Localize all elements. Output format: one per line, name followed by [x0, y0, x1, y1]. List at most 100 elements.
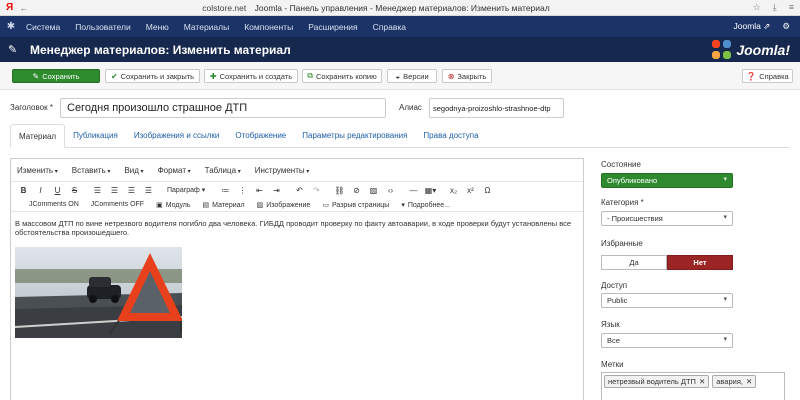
italic-icon[interactable]: I [32, 186, 49, 195]
tags-input[interactable]: нетрезвый водитель ДТП ✕ авария, ✕ [601, 372, 785, 400]
save-button[interactable]: ✎ Сохранить [12, 69, 100, 83]
browser-nav: Я ← [0, 2, 44, 13]
picture-icon: ▨ [256, 201, 264, 209]
align-left-icon[interactable]: ☰ [89, 186, 106, 195]
status-select[interactable]: Опубликовано ▾ [601, 173, 733, 188]
menu-item-content[interactable]: Материалы [184, 22, 230, 32]
align-center-icon[interactable]: ☰ [106, 186, 123, 195]
undo-icon[interactable]: ↶ [291, 186, 308, 195]
close-button[interactable]: ⊗ Закрыть [442, 69, 492, 83]
paragraph-format-select[interactable]: Параграф ▾ [163, 186, 217, 194]
access-select[interactable]: Public ▾ [601, 293, 733, 308]
menu-icon[interactable]: ≡ [789, 2, 794, 13]
omega-icon[interactable]: Ω [479, 186, 496, 195]
menu-item-help[interactable]: Справка [373, 22, 406, 32]
image-button[interactable]: ▨ Изображение [257, 201, 311, 209]
menu-item-menus[interactable]: Меню [146, 22, 169, 32]
tab-editing-options[interactable]: Параметры редактирования [294, 123, 415, 147]
menu-item-extensions[interactable]: Расширения [308, 22, 357, 32]
numbered-list-icon[interactable]: ⋮ [234, 186, 251, 195]
back-arrow-icon[interactable]: ← [19, 3, 28, 13]
gear-icon[interactable]: ⚙ [782, 21, 790, 32]
tab-permissions[interactable]: Права доступа [415, 123, 486, 147]
jcomments-off-button[interactable]: JComments OFF [91, 201, 144, 208]
link-icon[interactable]: ⛓ [331, 186, 348, 195]
pagebreak-button[interactable]: ▭ Разрыв страницы [322, 201, 389, 209]
address-field[interactable]: colstore.net Joomla - Панель управления … [44, 3, 708, 13]
save-copy-button[interactable]: ⧉ Сохранить копию [302, 69, 382, 83]
editor-format-toolbar: B I U S ☰ ☰ ☰ ☰ Параграф ▾ ≔ ⋮ ⇤ ⇥ ↶ ↷ ⛓… [11, 182, 583, 198]
admin-menu-bar: ✱ Система Пользователи Меню Материалы Ко… [0, 16, 800, 37]
subscript-icon[interactable]: x₂ [445, 186, 462, 195]
browser-address-bar: Я ← colstore.net Joomla - Панель управле… [0, 0, 800, 16]
module-button[interactable]: ▣ Модуль [156, 201, 190, 209]
bookmark-star-icon[interactable]: ☆ [753, 2, 761, 13]
plus-icon: ✚ [209, 71, 217, 81]
article-text: В массовом ДТП по вине нетрезвого водите… [15, 219, 572, 237]
editor-menu-view[interactable]: Вид [124, 166, 143, 175]
featured-toggle: Да Нет [601, 255, 733, 270]
tags-label: Метки [601, 360, 624, 369]
image-icon[interactable]: ▨ [365, 186, 382, 195]
save-new-button[interactable]: ✚ Сохранить и создать [204, 69, 298, 83]
menu-item-users[interactable]: Пользователи [75, 22, 130, 32]
redo-icon[interactable]: ↷ [308, 186, 325, 195]
outdent-icon[interactable]: ⇤ [251, 186, 268, 195]
pagebreak-icon: ▭ [322, 201, 329, 209]
editor-menu-tools[interactable]: Инструменты [255, 166, 310, 175]
editor-menu-table[interactable]: Таблица [205, 166, 241, 175]
help-button[interactable]: ❓ Справка [742, 69, 793, 83]
tab-bar: Материал Публикация Изображения и ссылки… [10, 124, 790, 148]
rich-text-editor: Изменить Вставить Вид Формат Таблица Инс… [10, 158, 584, 400]
readmore-button[interactable]: ▾ Подробнее... [401, 201, 450, 209]
joomla-logo: Joomla! [712, 39, 800, 60]
versions-button[interactable]: ◒ Версии [387, 69, 437, 83]
indent-icon[interactable]: ⇥ [268, 186, 285, 195]
strikethrough-icon[interactable]: S [66, 186, 83, 195]
category-select[interactable]: - Происшествия ▾ [601, 211, 733, 226]
tab-publishing[interactable]: Публикация [65, 123, 126, 147]
language-label: Язык [601, 320, 620, 329]
tab-images-links[interactable]: Изображения и ссылки [126, 123, 228, 147]
tag-chip: нетрезвый водитель ДТП ✕ [604, 375, 710, 388]
remove-tag-icon[interactable]: ✕ [746, 377, 752, 386]
featured-label: Избранные [601, 239, 643, 248]
unlink-icon[interactable]: ⊘ [348, 186, 365, 195]
jcomments-on-button[interactable]: JComments ON [29, 201, 79, 208]
status-label: Состояние [601, 160, 641, 169]
tab-content[interactable]: Материал [10, 124, 66, 148]
editor-menu-format[interactable]: Формат [158, 166, 191, 175]
table-icon[interactable]: ▦▾ [422, 186, 439, 195]
save-close-button[interactable]: ✔ Сохранить и закрыть [105, 69, 200, 83]
bullet-list-icon[interactable]: ≔ [217, 186, 234, 195]
language-select[interactable]: Все ▾ [601, 333, 733, 348]
download-icon[interactable]: ⤓ [773, 2, 777, 13]
featured-yes-button[interactable]: Да [601, 255, 667, 270]
superscript-icon[interactable]: x² [462, 186, 479, 195]
code-icon[interactable]: ‹› [382, 186, 399, 195]
help-icon: ❓ [746, 71, 757, 81]
article-button[interactable]: ▤ Материал [203, 201, 245, 209]
alias-input[interactable]: segodnya-proizoshlo-strashnoe-dtp [429, 98, 564, 118]
menu-item-system[interactable]: Система [26, 22, 60, 32]
site-link[interactable]: Joomla ⇗ [733, 21, 770, 32]
page-title: Менеджер материалов: Изменить материал [30, 42, 291, 57]
align-right-icon[interactable]: ☰ [123, 186, 140, 195]
close-icon: ⊗ [447, 71, 455, 81]
joomla-small-icon[interactable]: ✱ [0, 21, 22, 32]
horizontal-rule-icon[interactable]: — [405, 186, 422, 195]
featured-no-button[interactable]: Нет [667, 255, 733, 270]
joomla-logo-icon [712, 39, 732, 60]
bold-icon[interactable]: B [15, 186, 32, 195]
align-justify-icon[interactable]: ☰ [140, 186, 157, 195]
remove-tag-icon[interactable]: ✕ [699, 377, 705, 386]
editor-menu-insert[interactable]: Вставить [72, 166, 111, 175]
tab-display[interactable]: Отображение [227, 123, 294, 147]
title-input[interactable]: Сегодня произошло страшное ДТП [60, 98, 386, 118]
editor-menu-edit[interactable]: Изменить [17, 166, 58, 175]
yandex-logo[interactable]: Я [6, 2, 13, 13]
toolbar: ✎ Сохранить ✔ Сохранить и закрыть ✚ Сохр… [0, 62, 800, 90]
underline-icon[interactable]: U [49, 186, 66, 195]
editor-content[interactable]: В массовом ДТП по вине нетрезвого водите… [11, 212, 583, 244]
menu-item-components[interactable]: Компоненты [244, 22, 293, 32]
